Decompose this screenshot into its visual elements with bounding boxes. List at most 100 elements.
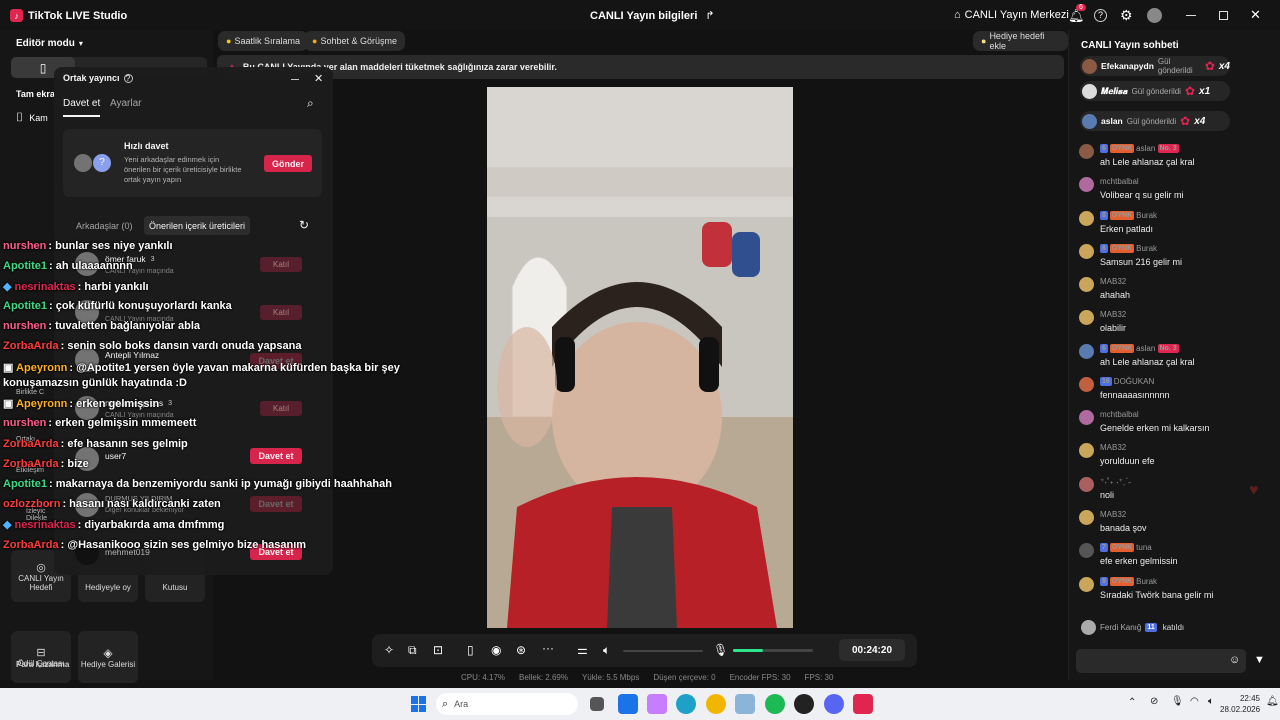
user-avatar bbox=[1082, 58, 1097, 74]
live-info-button[interactable]: CANLI Yayın bilgileri ↱ bbox=[590, 9, 715, 23]
overlay-chat-line: ZorbaArda: efe hasanın ses gelmip bbox=[3, 438, 188, 450]
overlay-user: nurshen bbox=[3, 240, 47, 252]
join-button[interactable]: Katıl bbox=[260, 305, 302, 320]
taskbar-search[interactable]: ⌕ Ara bbox=[436, 693, 578, 715]
gift-text: Gül gönderildi bbox=[1157, 57, 1193, 75]
chrome-icon[interactable] bbox=[706, 694, 726, 714]
maximize-button[interactable] bbox=[1219, 11, 1228, 20]
overlay-chat-line: ozlozzborn: hasanı nası kaldırcanki zate… bbox=[3, 498, 221, 510]
invite-label: Davet et bbox=[258, 451, 294, 461]
join-button[interactable]: Katıl bbox=[260, 257, 302, 272]
copilot-icon[interactable] bbox=[647, 694, 667, 714]
overlay-chat-line: konuşamazsın günlük hayatında :D bbox=[3, 377, 187, 389]
gift-user: Efekanapydn bbox=[1101, 61, 1154, 71]
diamond-icon: ◆ bbox=[3, 281, 15, 293]
gift-user: 𝑴𝒆𝒍𝒊𝒔𝒂 bbox=[1101, 85, 1128, 96]
fan-club-badge: OYNK bbox=[1109, 144, 1135, 154]
join-button[interactable]: Katıl bbox=[260, 401, 302, 416]
profile-avatar[interactable] bbox=[1147, 8, 1162, 23]
edge-icon[interactable] bbox=[676, 694, 696, 714]
user-avatar bbox=[1079, 410, 1094, 425]
editor-mode-dropdown[interactable]: Editör modu ▾ bbox=[16, 38, 83, 49]
mic-level-slider[interactable] bbox=[733, 649, 813, 652]
invite-label: Davet et bbox=[258, 499, 294, 509]
user-avatar bbox=[1079, 577, 1094, 592]
search-icon[interactable]: ⌕ bbox=[307, 96, 314, 111]
outlook-icon[interactable] bbox=[618, 694, 638, 714]
speaker-icon[interactable]: 🔈︎ bbox=[603, 643, 610, 658]
close-window-button[interactable]: ✕ bbox=[1250, 7, 1261, 23]
screen-capture-icon[interactable]: ⊡ bbox=[433, 643, 443, 657]
camera-label: Kam bbox=[29, 112, 48, 123]
spotify-icon[interactable] bbox=[765, 694, 785, 714]
file-explorer-icon[interactable] bbox=[590, 697, 604, 711]
badge-icon: ▣ bbox=[3, 398, 17, 410]
mic-tray-icon[interactable]: 🎙︎ bbox=[1171, 696, 1184, 707]
filter-icon[interactable]: ▼ bbox=[1254, 654, 1265, 666]
chat-message: MAB32 ahahah bbox=[1079, 277, 1269, 300]
chat-text: noli bbox=[1100, 490, 1115, 500]
bg-label-1: Birlikte C bbox=[16, 389, 45, 396]
network-icon[interactable]: ⊘ bbox=[1150, 696, 1158, 707]
camera-icon: ⌷ bbox=[16, 110, 24, 124]
tile-reward-bag[interactable]: ⊟ Ödül Çantası bbox=[11, 631, 71, 683]
center-panel: ● Saatlik Sıralama ● Sohbet & Görüşme ● Hed… bbox=[213, 30, 1068, 680]
level-badge: 8 bbox=[1100, 244, 1108, 254]
chat-input[interactable] bbox=[1076, 649, 1246, 673]
chat-message: ⁺˖˚₊ ˖⁺ˎˊ˗ noli bbox=[1079, 477, 1269, 500]
quick-invite-avatar bbox=[74, 154, 92, 172]
chat-meeting-tag[interactable]: ● Sohbet & Görüşme bbox=[304, 31, 405, 51]
emoji-icon[interactable]: ☺ bbox=[1229, 654, 1240, 666]
dialog-close-icon[interactable]: ✕ bbox=[314, 72, 323, 85]
windows-start-icon[interactable] bbox=[411, 696, 427, 712]
overlay-user: Apotite1 bbox=[3, 300, 47, 312]
send-button[interactable]: Gönder bbox=[264, 155, 312, 172]
live-center-button[interactable]: ⌂ CANLI Yayın Merkezi bbox=[954, 9, 1069, 21]
home-icon: ⌂ bbox=[954, 9, 961, 21]
dialog-minimize-button[interactable] bbox=[291, 79, 299, 80]
volume-icon[interactable]: 🔈︎ bbox=[1208, 696, 1214, 707]
phone-mode-icon[interactable]: ▯ bbox=[467, 643, 474, 657]
clock[interactable]: 22:45 28.02.2026 bbox=[1220, 693, 1260, 715]
help-icon[interactable]: ? bbox=[1094, 9, 1107, 22]
overlay-chat-line: Apotite1: makarnaya da benzemiyordu sank… bbox=[3, 478, 392, 490]
magic-wand-icon[interactable]: ✧ bbox=[384, 643, 394, 657]
hourly-ranking-tag[interactable]: ● Saatlik Sıralama bbox=[218, 31, 308, 51]
editor-mode-label: Editör modu bbox=[16, 38, 75, 49]
add-gift-goal-button[interactable]: ● Hediye hedefi ekle bbox=[973, 31, 1068, 51]
camera-source[interactable]: ⌷ Kam bbox=[16, 110, 48, 125]
overlay-msg: : @Hasanikooo sizin ses gelmiyo bize has… bbox=[60, 539, 307, 551]
record-icon[interactable]: ◉ bbox=[491, 643, 501, 657]
invite-button[interactable]: Davet et bbox=[250, 496, 302, 512]
tray-chevron-icon[interactable]: ⌃ bbox=[1128, 697, 1136, 708]
wifi-icon[interactable]: ◠ bbox=[1190, 696, 1199, 707]
taskbar-search-label: Ara bbox=[454, 699, 469, 709]
minimize-button[interactable] bbox=[1186, 15, 1196, 16]
quick-invite-card: ? Hızlı davet Yeni arkadaşlar edinmek iç… bbox=[63, 129, 322, 197]
overlay-msg: : @Apotite1 yersen öyle yavan makarna kü… bbox=[69, 362, 400, 374]
invite-button[interactable]: Davet et bbox=[250, 448, 302, 464]
more-icon[interactable]: ··· bbox=[542, 641, 554, 655]
tab-invite[interactable]: Davet et bbox=[63, 98, 101, 117]
settings-app-icon[interactable] bbox=[735, 694, 755, 714]
overlay-user: ZorbaArda bbox=[3, 438, 59, 450]
translate-icon[interactable]: ⧉ bbox=[408, 643, 417, 658]
discord-icon[interactable] bbox=[824, 694, 844, 714]
effects-icon[interactable]: ⊛ bbox=[516, 643, 526, 657]
tab-settings[interactable]: Ayarlar bbox=[110, 98, 142, 109]
settings-gear-icon[interactable]: ⚙ bbox=[1120, 7, 1133, 24]
refresh-icon[interactable]: ↻ bbox=[299, 218, 309, 232]
volume-slider[interactable] bbox=[623, 650, 703, 652]
microphone-icon[interactable]: 🎙︎ bbox=[713, 643, 728, 657]
notification-bell-icon[interactable]: 🔔︎ bbox=[1266, 696, 1279, 707]
notifications-button[interactable]: 🔔︎ 6 bbox=[1068, 4, 1086, 24]
level-badge: 6 bbox=[1100, 344, 1108, 354]
tile-gift-gallery[interactable]: ◈ Hediye Galerisi bbox=[78, 631, 138, 683]
tab-friends[interactable]: Arkadaşlar (0) bbox=[76, 221, 133, 231]
sliders-icon[interactable]: ⚌ bbox=[577, 643, 588, 657]
tiktok-studio-icon[interactable] bbox=[853, 694, 873, 714]
tab-suggested[interactable]: Önerilen içerik üreticileri bbox=[144, 216, 251, 235]
send-button-label: Gönder bbox=[271, 158, 304, 169]
github-icon[interactable] bbox=[794, 694, 814, 714]
question-avatar-icon: ? bbox=[93, 154, 111, 172]
